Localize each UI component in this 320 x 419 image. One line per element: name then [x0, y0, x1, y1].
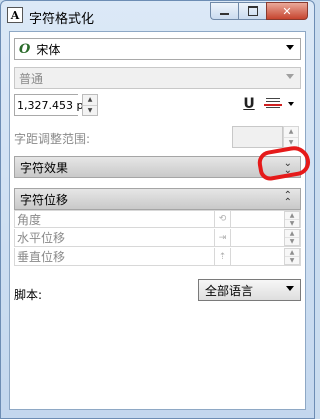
angle-input[interactable]	[231, 211, 284, 227]
script-label: 脚本:	[14, 288, 43, 302]
horizontal-offset-row: 水平位移 ⇥ ▲ ▼	[14, 229, 301, 247]
spin-up-icon[interactable]: ▲	[285, 230, 299, 238]
spin-down-icon[interactable]: ▼	[83, 106, 97, 116]
spin-up-icon[interactable]: ▲	[284, 127, 298, 138]
chevron-down-icon	[286, 286, 294, 291]
maximize-button[interactable]	[238, 2, 266, 20]
strikethrough-red-line	[264, 104, 282, 106]
character-offset-label: 字符位移	[20, 192, 69, 207]
font-size-spinner[interactable]: ▲ ▼	[82, 94, 98, 116]
script-dropdown[interactable]: 全部语言	[198, 279, 301, 301]
vertical-offset-icon: ⇡	[215, 248, 231, 265]
character-effects-label: 字符效果	[20, 160, 69, 175]
underline-button[interactable]: U	[240, 96, 258, 116]
kerning-range-input[interactable]	[232, 126, 283, 148]
minimize-button[interactable]	[210, 2, 238, 20]
spin-down-icon[interactable]: ▼	[285, 220, 299, 227]
font-style-dropdown[interactable]: 普通	[14, 67, 301, 89]
kerning-range-label: 字距调整范围:	[14, 132, 91, 146]
maximize-icon	[247, 6, 258, 16]
app-icon: A	[7, 7, 23, 23]
font-style-value: 普通	[19, 71, 44, 86]
horizontal-offset-spinner[interactable]: ▲ ▼	[284, 229, 300, 246]
font-size-input[interactable]: 1,327.453 pt	[14, 94, 88, 116]
vertical-offset-row: 垂直位移 ⇡ ▲ ▼	[14, 248, 301, 266]
angle-label: 角度	[15, 211, 215, 227]
angle-spinner[interactable]: ▲ ▼	[284, 210, 300, 228]
spin-down-icon[interactable]: ▼	[285, 238, 299, 245]
panel-content: O 宋体 普通 1,327.453 pt ▲ ▼ U 字距调整范围: ▲ ▼ 字…	[9, 31, 306, 410]
horizontal-offset-icon: ⇥	[215, 229, 231, 246]
angle-icon: ⟲	[215, 211, 231, 227]
underline-icon: U	[243, 96, 255, 112]
font-dropdown[interactable]: O 宋体	[14, 38, 301, 60]
close-icon: ✕	[282, 4, 292, 18]
character-formatting-window: A 字符格式化 ✕ O 宋体 普通 1,327.453 pt ▲ ▼ U 字距调…	[0, 0, 315, 419]
character-offset-header[interactable]: 字符位移 ⌃ ⌃	[14, 188, 301, 210]
vertical-offset-label: 垂直位移	[15, 248, 215, 265]
spin-up-icon[interactable]: ▲	[83, 95, 97, 106]
angle-row: 角度 ⟲ ▲ ▼	[14, 210, 301, 228]
spin-up-icon[interactable]: ▲	[285, 212, 299, 220]
spin-up-icon[interactable]: ▲	[285, 249, 299, 257]
font-size-value: 1,327.453 pt	[17, 98, 88, 112]
horizontal-offset-label: 水平位移	[15, 229, 215, 246]
window-title: 字符格式化	[29, 12, 95, 27]
more-options-dropdown[interactable]	[288, 102, 294, 106]
kerning-range-spinner[interactable]: ▲ ▼	[283, 126, 299, 148]
horizontal-offset-input[interactable]	[231, 229, 284, 246]
chevron-down-icon	[286, 74, 294, 79]
minimize-icon	[220, 13, 229, 15]
spin-down-icon[interactable]: ▼	[285, 257, 299, 264]
chevron-double-up-icon[interactable]: ⌃ ⌃	[284, 191, 292, 208]
strikethrough-button[interactable]	[264, 96, 282, 116]
chevron-down-icon	[286, 45, 294, 50]
script-value: 全部语言	[205, 283, 254, 298]
close-button[interactable]: ✕	[266, 2, 308, 20]
title-bar[interactable]: A 字符格式化 ✕	[1, 1, 314, 31]
opentype-font-icon: O	[19, 41, 31, 57]
font-name: 宋体	[36, 42, 61, 57]
vertical-offset-spinner[interactable]: ▲ ▼	[284, 248, 300, 265]
vertical-offset-input[interactable]	[231, 248, 284, 265]
